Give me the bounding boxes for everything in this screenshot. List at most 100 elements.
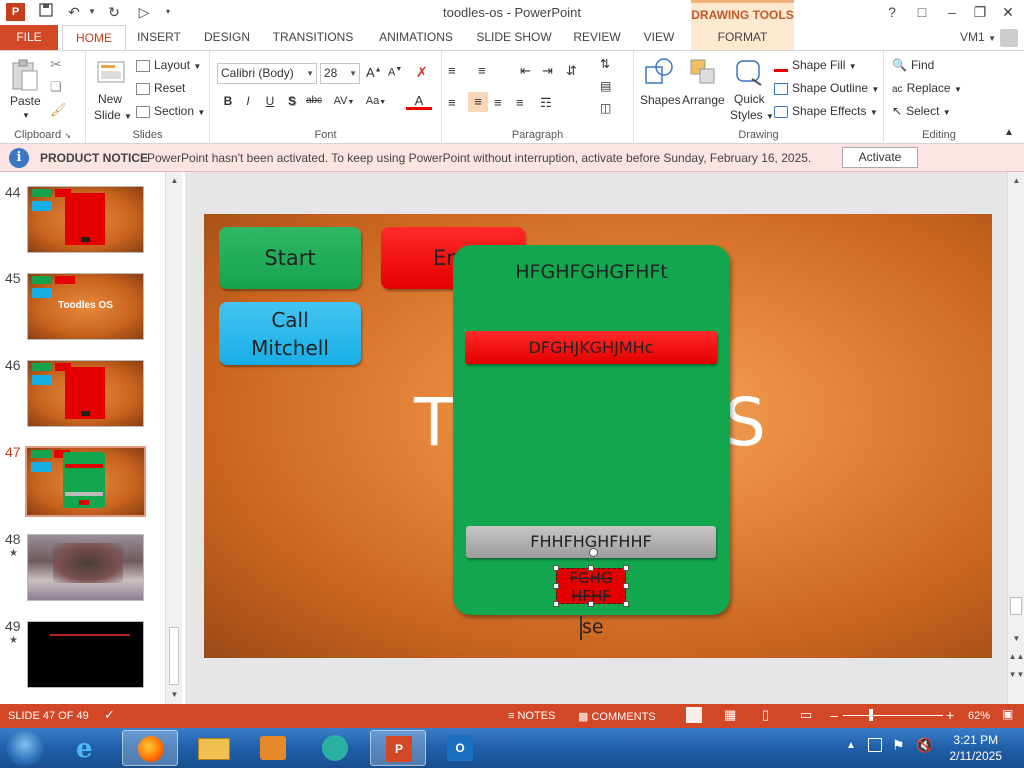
file-explorer-icon[interactable] [186, 730, 242, 766]
firefox-icon[interactable] [122, 730, 178, 766]
arrange-button[interactable]: Arrange [682, 93, 725, 107]
shape-effects-button[interactable]: Shape Effects ▼ [774, 104, 878, 118]
slide-thumbnail-45[interactable]: Toodles OS [27, 273, 144, 340]
help-button[interactable]: ? [880, 2, 904, 22]
scroll-thumb[interactable] [1010, 597, 1022, 615]
select-button[interactable]: ↖ Select ▼ [892, 104, 951, 118]
tab-insert[interactable]: INSERT [130, 25, 188, 50]
red-bar-shape[interactable]: DFGHJKGHJMHc [465, 331, 717, 364]
increase-font-size-icon[interactable]: A▲ [366, 65, 382, 80]
save-icon[interactable] [36, 2, 56, 22]
paste-button[interactable]: Paste [10, 94, 41, 108]
start-button-icon[interactable] [6, 730, 44, 766]
clear-formatting-icon[interactable]: ✗ [416, 64, 428, 81]
underline-icon[interactable]: U [261, 92, 279, 110]
text-shadow-icon[interactable]: S [283, 92, 301, 110]
cut-icon[interactable]: ✂ [50, 56, 62, 73]
avatar[interactable] [1000, 29, 1018, 47]
convert-to-smartart-icon[interactable]: ◫ [600, 101, 611, 115]
zoom-slider[interactable] [843, 715, 943, 716]
new-slide-icon[interactable] [96, 57, 126, 87]
paste-icon[interactable] [10, 59, 40, 91]
change-case-icon[interactable]: Aa▼ [362, 92, 390, 110]
tab-format[interactable]: FORMAT [691, 25, 794, 50]
volume-muted-icon[interactable]: 🔇 [916, 737, 933, 754]
tab-transitions[interactable]: TRANSITIONS [268, 25, 358, 50]
tab-design[interactable]: DESIGN [196, 25, 258, 50]
resize-handle[interactable] [588, 601, 594, 607]
zoom-slider-thumb[interactable] [869, 709, 873, 721]
slide-show-icon[interactable]: ▭ [800, 707, 812, 723]
undo-icon[interactable]: ↶ [64, 2, 84, 22]
slide-thumbnail-48[interactable] [27, 534, 144, 601]
decrease-font-size-icon[interactable]: A▼ [388, 66, 402, 79]
thumbnails-scrollbar[interactable]: ▲ ▼ [165, 172, 182, 704]
green-panel-shape[interactable]: HFGHFGHGFHFt DFGHJKGHJMHc FHHFHGHFHHF FG… [453, 245, 730, 615]
collapse-ribbon-icon[interactable]: ▲ [1004, 127, 1014, 138]
undo-dropdown-icon[interactable]: ▼ [82, 2, 102, 22]
strikethrough-icon[interactable]: abc [305, 92, 323, 110]
slide-title-left[interactable]: T [414, 384, 454, 461]
slide-canvas[interactable]: T S Start En Call Mitchell HFGHFGHGFHFt … [204, 214, 992, 658]
scroll-down-icon[interactable]: ▼ [1008, 632, 1024, 646]
small-red-shape-selected[interactable]: FGHG HFHF [556, 568, 626, 605]
close-icon[interactable]: ✕ [996, 2, 1020, 22]
caption-text[interactable]: se [582, 616, 604, 638]
italic-icon[interactable]: I [239, 92, 257, 110]
media-player-icon[interactable] [246, 730, 302, 766]
previous-slide-icon[interactable]: ▲▲ [1008, 650, 1024, 664]
columns-icon[interactable]: ☶ [540, 95, 552, 111]
find-button[interactable]: 🔍 Find [892, 58, 934, 72]
slide-thumbnail-44[interactable] [27, 186, 144, 253]
resize-handle[interactable] [588, 565, 594, 571]
shapes-icon[interactable] [644, 57, 674, 87]
slide-thumbnail-49[interactable] [27, 621, 144, 688]
resize-handle[interactable] [623, 583, 629, 589]
slide-thumbnail-46[interactable] [27, 360, 144, 427]
customize-qat-icon[interactable]: ▾ [158, 2, 178, 22]
powerpoint-taskbar-icon[interactable]: P [370, 730, 426, 766]
slide-thumbnail-47[interactable] [25, 446, 146, 517]
quick-styles-label-1[interactable]: Quick [734, 92, 765, 106]
editor-scrollbar[interactable]: ▲ ▼ ▲▲ ▼▼ [1007, 172, 1024, 704]
next-slide-icon[interactable]: ▼▼ [1008, 668, 1024, 682]
slide-sorter-icon[interactable]: ▦ [724, 707, 736, 723]
resize-handle[interactable] [553, 565, 559, 571]
bold-icon[interactable]: B [219, 92, 237, 110]
numbering-icon[interactable]: ≡ [478, 63, 486, 78]
text-direction-icon[interactable]: ⇅ [600, 57, 610, 71]
minimize-icon[interactable]: – [940, 2, 964, 22]
show-hidden-icons-icon[interactable]: ▲ [846, 740, 856, 751]
reading-view-icon[interactable]: ▯ [762, 707, 769, 723]
user-account[interactable]: VM1 ▼ [960, 30, 996, 44]
start-shape[interactable]: Start [219, 227, 361, 289]
scroll-down-icon[interactable]: ▼ [166, 688, 183, 702]
messenger-icon[interactable] [308, 730, 364, 766]
resize-handle[interactable] [623, 601, 629, 607]
shape-fill-button[interactable]: Shape Fill ▼ [774, 58, 857, 72]
tab-slide-show[interactable]: SLIDE SHOW [472, 25, 556, 50]
decrease-indent-icon[interactable]: ⇤ [520, 63, 531, 79]
align-left-icon[interactable]: ≡ [448, 95, 456, 110]
font-family-select[interactable]: Calibri (Body) ▼ [217, 63, 317, 84]
bullets-icon[interactable]: ≡ [448, 63, 456, 78]
resize-handle[interactable] [553, 583, 559, 589]
scroll-up-icon[interactable]: ▲ [166, 174, 183, 188]
format-painter-icon[interactable]: 🖌 [50, 102, 67, 118]
zoom-level[interactable]: 62% [968, 710, 990, 722]
scroll-thumb[interactable] [169, 627, 179, 685]
action-center-flag-icon[interactable]: ⚑ [892, 737, 905, 754]
font-color-icon[interactable]: A [406, 92, 432, 110]
system-clock[interactable]: 3:21 PM 2/11/2025 [950, 732, 1003, 764]
powerpoint-app-icon[interactable]: P [6, 3, 25, 21]
tab-animations[interactable]: ANIMATIONS [370, 25, 462, 50]
internet-explorer-icon[interactable]: e [62, 730, 118, 766]
align-text-icon[interactable]: ▤ [600, 79, 611, 93]
justify-icon[interactable]: ≡ [516, 95, 524, 110]
section-button[interactable]: Section ▼ [136, 104, 205, 118]
network-icon[interactable] [868, 738, 882, 752]
arrange-icon[interactable] [688, 57, 718, 87]
call-mitchell-shape[interactable]: Call Mitchell [219, 302, 361, 365]
quick-styles-icon[interactable] [734, 57, 764, 87]
rotate-handle-icon[interactable] [589, 548, 598, 557]
